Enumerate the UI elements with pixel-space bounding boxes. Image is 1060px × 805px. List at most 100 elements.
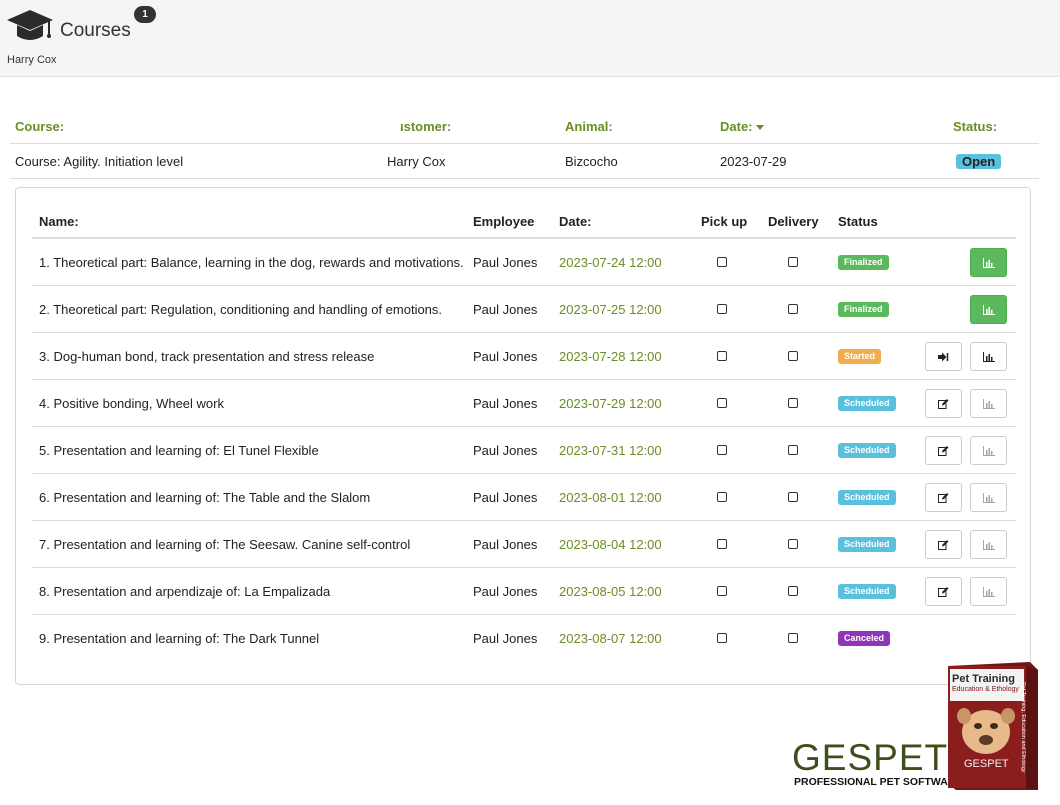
report-button[interactable] xyxy=(970,389,1007,418)
session-name: 7. Presentation and learning of: The See… xyxy=(39,536,411,552)
report-button[interactable] xyxy=(970,248,1007,277)
column-animal[interactable]: Animal: xyxy=(565,119,613,134)
logo-text: GESPET xyxy=(792,737,949,778)
status-badge: Scheduled xyxy=(838,536,896,552)
session-date[interactable]: 2023-08-07 12:00 xyxy=(559,615,662,661)
pickup-checkbox[interactable] xyxy=(717,351,727,361)
table-row: 5. Presentation and learning of: El Tune… xyxy=(32,427,1016,474)
edit-session-button[interactable] xyxy=(925,577,962,606)
enter-session-button[interactable] xyxy=(925,342,962,371)
pickup-checkbox[interactable] xyxy=(717,539,727,549)
report-button[interactable] xyxy=(970,577,1007,606)
delivery-checkbox[interactable] xyxy=(788,304,798,314)
session-name: 2. Theoretical part: Regulation, conditi… xyxy=(39,301,443,317)
sessions-panel: Name: Employee Date: Pick up Delivery St… xyxy=(15,187,1031,685)
status-badge: Finalized xyxy=(838,301,889,317)
gespet-logo: GESPET PROFESSIONAL PET SOFTWARE xyxy=(792,737,962,798)
session-date[interactable]: 2023-07-29 12:00 xyxy=(559,380,662,426)
column-date[interactable]: Date: xyxy=(720,119,764,134)
box-title: Pet Training xyxy=(952,673,1015,685)
logo-tagline: PROFESSIONAL PET SOFTWARE xyxy=(794,776,963,788)
box-side-text: Pet Training, Education and Ethology xyxy=(1020,682,1026,773)
sign-in-icon xyxy=(938,352,949,361)
delivery-checkbox[interactable] xyxy=(788,445,798,455)
column-customer[interactable]: ıstomer: xyxy=(400,119,451,134)
edit-icon xyxy=(938,539,949,550)
session-date[interactable]: 2023-07-25 12:00 xyxy=(559,286,662,332)
delivery-checkbox[interactable] xyxy=(788,492,798,502)
table-row: 7. Presentation and learning of: The See… xyxy=(32,521,1016,568)
session-date[interactable]: 2023-08-05 12:00 xyxy=(559,568,662,614)
box-subtitle: Education & Ethology xyxy=(952,686,1019,693)
bar-chart-icon xyxy=(982,304,995,315)
session-employee: Paul Jones xyxy=(473,442,538,458)
session-employee: Paul Jones xyxy=(473,630,538,646)
report-button[interactable] xyxy=(970,530,1007,559)
table-row: 6. Presentation and learning of: The Tab… xyxy=(32,474,1016,521)
bar-chart-icon xyxy=(982,586,995,597)
report-button[interactable] xyxy=(970,295,1007,324)
session-date[interactable]: 2023-07-24 12:00 xyxy=(559,239,662,285)
session-date[interactable]: 2023-08-01 12:00 xyxy=(559,474,662,520)
column-name: Name: xyxy=(39,214,79,229)
edit-session-button[interactable] xyxy=(925,389,962,418)
column-course[interactable]: Course: xyxy=(15,119,64,134)
pickup-checkbox[interactable] xyxy=(717,257,727,267)
bar-chart-icon xyxy=(982,257,995,268)
delivery-checkbox[interactable] xyxy=(788,351,798,361)
report-button[interactable] xyxy=(970,436,1007,465)
delivery-checkbox[interactable] xyxy=(788,586,798,596)
sort-desc-icon[interactable] xyxy=(755,125,764,131)
delivery-checkbox[interactable] xyxy=(788,257,798,267)
bar-chart-icon xyxy=(982,351,995,362)
pickup-checkbox[interactable] xyxy=(717,445,727,455)
course-table-header: Course: ıstomer: Animal: Date: Status: xyxy=(10,108,1039,144)
session-name: 9. Presentation and learning of: The Dar… xyxy=(39,630,320,646)
count-badge: 1 xyxy=(134,6,156,23)
table-row: 4. Positive bonding, Wheel work Paul Jon… xyxy=(32,380,1016,427)
pickup-checkbox[interactable] xyxy=(717,492,727,502)
session-date[interactable]: 2023-07-28 12:00 xyxy=(559,333,662,379)
course-name: Course: Agility. Initiation level xyxy=(15,154,184,169)
delivery-checkbox[interactable] xyxy=(788,539,798,549)
table-row: 1. Theoretical part: Balance, learning i… xyxy=(32,239,1016,286)
product-box: Pet Training Education & Ethology GESPET… xyxy=(946,660,1040,792)
session-name: 1. Theoretical part: Balance, learning i… xyxy=(39,254,464,270)
edit-session-button[interactable] xyxy=(925,530,962,559)
session-date[interactable]: 2023-07-31 12:00 xyxy=(559,427,662,473)
edit-session-button[interactable] xyxy=(925,483,962,512)
edit-icon xyxy=(938,492,949,503)
sessions-table: Name: Employee Date: Pick up Delivery St… xyxy=(32,204,1016,662)
status-badge: Canceled xyxy=(838,630,891,646)
table-row: 9. Presentation and learning of: The Dar… xyxy=(32,615,1016,662)
course-row[interactable]: Course: Agility. Initiation level Harry … xyxy=(10,144,1039,179)
column-delivery: Delivery xyxy=(768,214,819,229)
edit-icon xyxy=(938,445,949,456)
page-title: Courses xyxy=(60,20,131,41)
bar-chart-icon xyxy=(982,539,995,550)
edit-session-button[interactable] xyxy=(925,436,962,465)
session-employee: Paul Jones xyxy=(473,254,538,270)
session-name: 6. Presentation and learning of: The Tab… xyxy=(39,489,371,505)
session-date[interactable]: 2023-08-04 12:00 xyxy=(559,521,662,567)
course-animal: Bizcocho xyxy=(565,154,618,169)
user-name: Harry Cox xyxy=(7,54,57,66)
edit-icon xyxy=(938,586,949,597)
report-button[interactable] xyxy=(970,483,1007,512)
column-status[interactable]: Status: xyxy=(953,119,997,134)
bar-chart-icon xyxy=(982,445,995,456)
session-employee: Paul Jones xyxy=(473,395,538,411)
box-brand: GESPET xyxy=(964,758,1009,770)
graduation-cap-icon xyxy=(7,10,53,40)
pickup-checkbox[interactable] xyxy=(717,586,727,596)
pickup-checkbox[interactable] xyxy=(717,398,727,408)
session-employee: Paul Jones xyxy=(473,536,538,552)
status-badge: Scheduled xyxy=(838,442,896,458)
pickup-checkbox[interactable] xyxy=(717,633,727,643)
pickup-checkbox[interactable] xyxy=(717,304,727,314)
column-session-date: Date: xyxy=(559,214,592,229)
table-row: 2. Theoretical part: Regulation, conditi… xyxy=(32,286,1016,333)
delivery-checkbox[interactable] xyxy=(788,633,798,643)
report-button[interactable] xyxy=(970,342,1007,371)
delivery-checkbox[interactable] xyxy=(788,398,798,408)
